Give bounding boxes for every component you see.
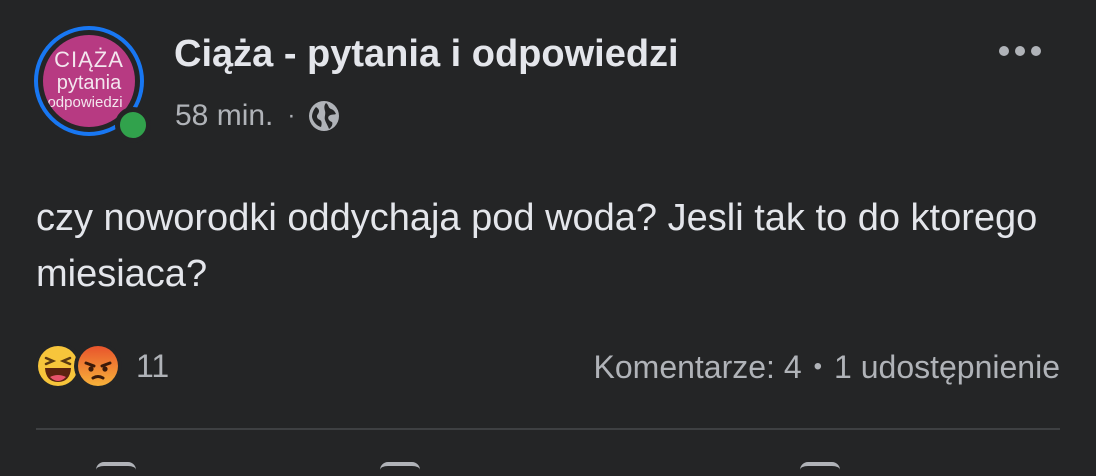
post-stats: Komentarze: 4 • 1 udostępnienie [594,345,1060,389]
comments-count-link[interactable]: Komentarze: 4 [594,349,802,386]
meta-separator: · [287,102,296,129]
reactions-summary[interactable]: 11 [34,340,169,392]
post-text: czy noworodki oddychaja pod woda? Jesli … [36,197,1038,295]
page-name-link[interactable]: Ciąża - pytania i odpowiedzi [174,32,679,76]
angry-reaction-icon [74,342,122,390]
like-button[interactable] [96,462,136,476]
divider [36,428,1060,430]
post-card: CIĄŻA pytania odpowiedzi Ciąża - pytania… [0,0,1096,469]
comment-button[interactable] [380,462,420,476]
more-dot [999,46,1009,56]
avatar-text-line-2: pytania [56,72,122,94]
reaction-count: 11 [136,347,170,384]
share-button[interactable] [800,462,840,476]
more-dot [1015,46,1025,56]
more-dot [1031,46,1041,56]
stats-separator: • [813,353,823,380]
online-status-dot [115,107,151,143]
avatar-text-line-3: odpowiedzi [47,94,123,111]
more-options-icon[interactable] [990,36,1050,66]
post-meta: 58 min. · [175,96,341,136]
globe-icon[interactable] [307,99,341,133]
avatar-text-line-1: CIĄŻA [54,47,124,72]
shares-count-link[interactable]: 1 udostępnienie [834,349,1060,386]
page-avatar[interactable]: CIĄŻA pytania odpowiedzi [34,26,152,144]
post-timestamp[interactable]: 58 min. [175,99,273,133]
